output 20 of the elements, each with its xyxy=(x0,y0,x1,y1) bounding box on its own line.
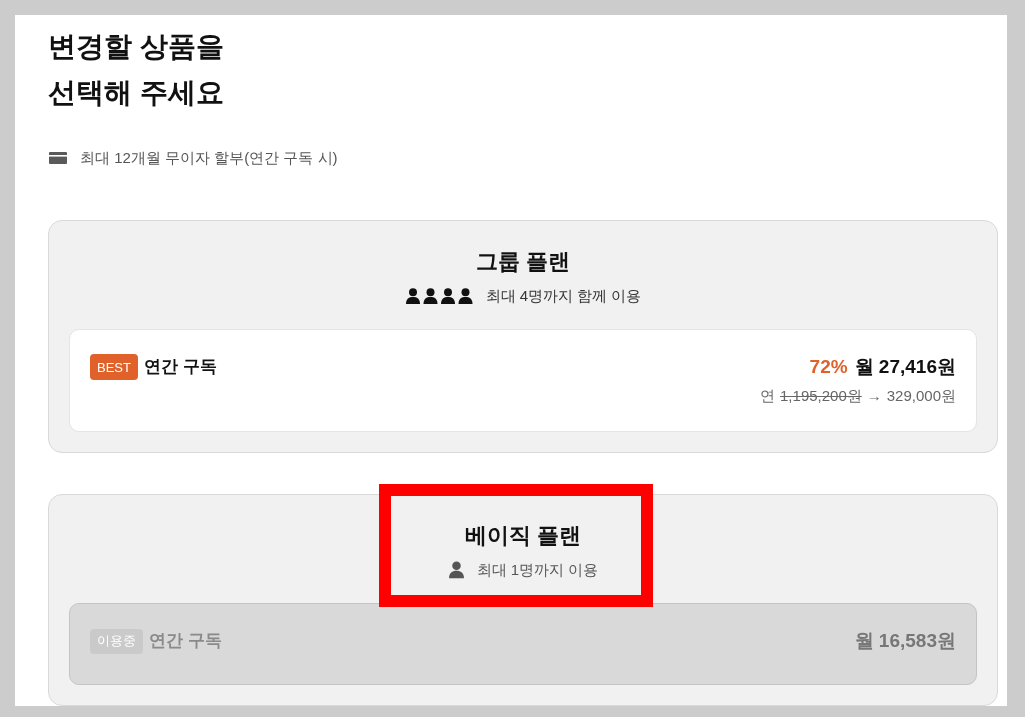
capacity-text: 최대 1명까지 이용 xyxy=(476,560,599,580)
arrow-text: → xyxy=(866,386,882,406)
credit-card-icon xyxy=(49,152,67,164)
yearly-label: 연 xyxy=(760,386,776,406)
option-name: 연간 구독 xyxy=(149,630,222,652)
plan-option-card[interactable]: BEST 연간 구독 72% 월 27,416원 연 1,195,200원 → 329,000원 xyxy=(69,329,977,432)
yearly-price: 329,000원 xyxy=(886,386,956,406)
monthly-price: 월 16,583원 xyxy=(854,629,956,653)
page-title: 변경할 상품을 선택해 주세요 xyxy=(48,30,225,110)
option-name: 연간 구독 xyxy=(143,356,217,378)
best-badge: BEST xyxy=(90,354,138,380)
original-price: 1,195,200원 xyxy=(780,386,862,406)
plan-name: 베이직 플랜 xyxy=(464,522,582,550)
monthly-price: 월 27,416원 xyxy=(854,355,956,379)
plan-name: 그룹 플랜 xyxy=(475,248,571,276)
four-people-icon xyxy=(404,288,474,304)
discount-rate: 72% xyxy=(809,356,848,378)
capacity-text: 최대 4명까지 함께 이용 xyxy=(485,286,642,306)
person-icon xyxy=(447,561,465,579)
installment-note: 최대 12개월 무이자 할부(연간 구독 시) xyxy=(80,148,338,168)
